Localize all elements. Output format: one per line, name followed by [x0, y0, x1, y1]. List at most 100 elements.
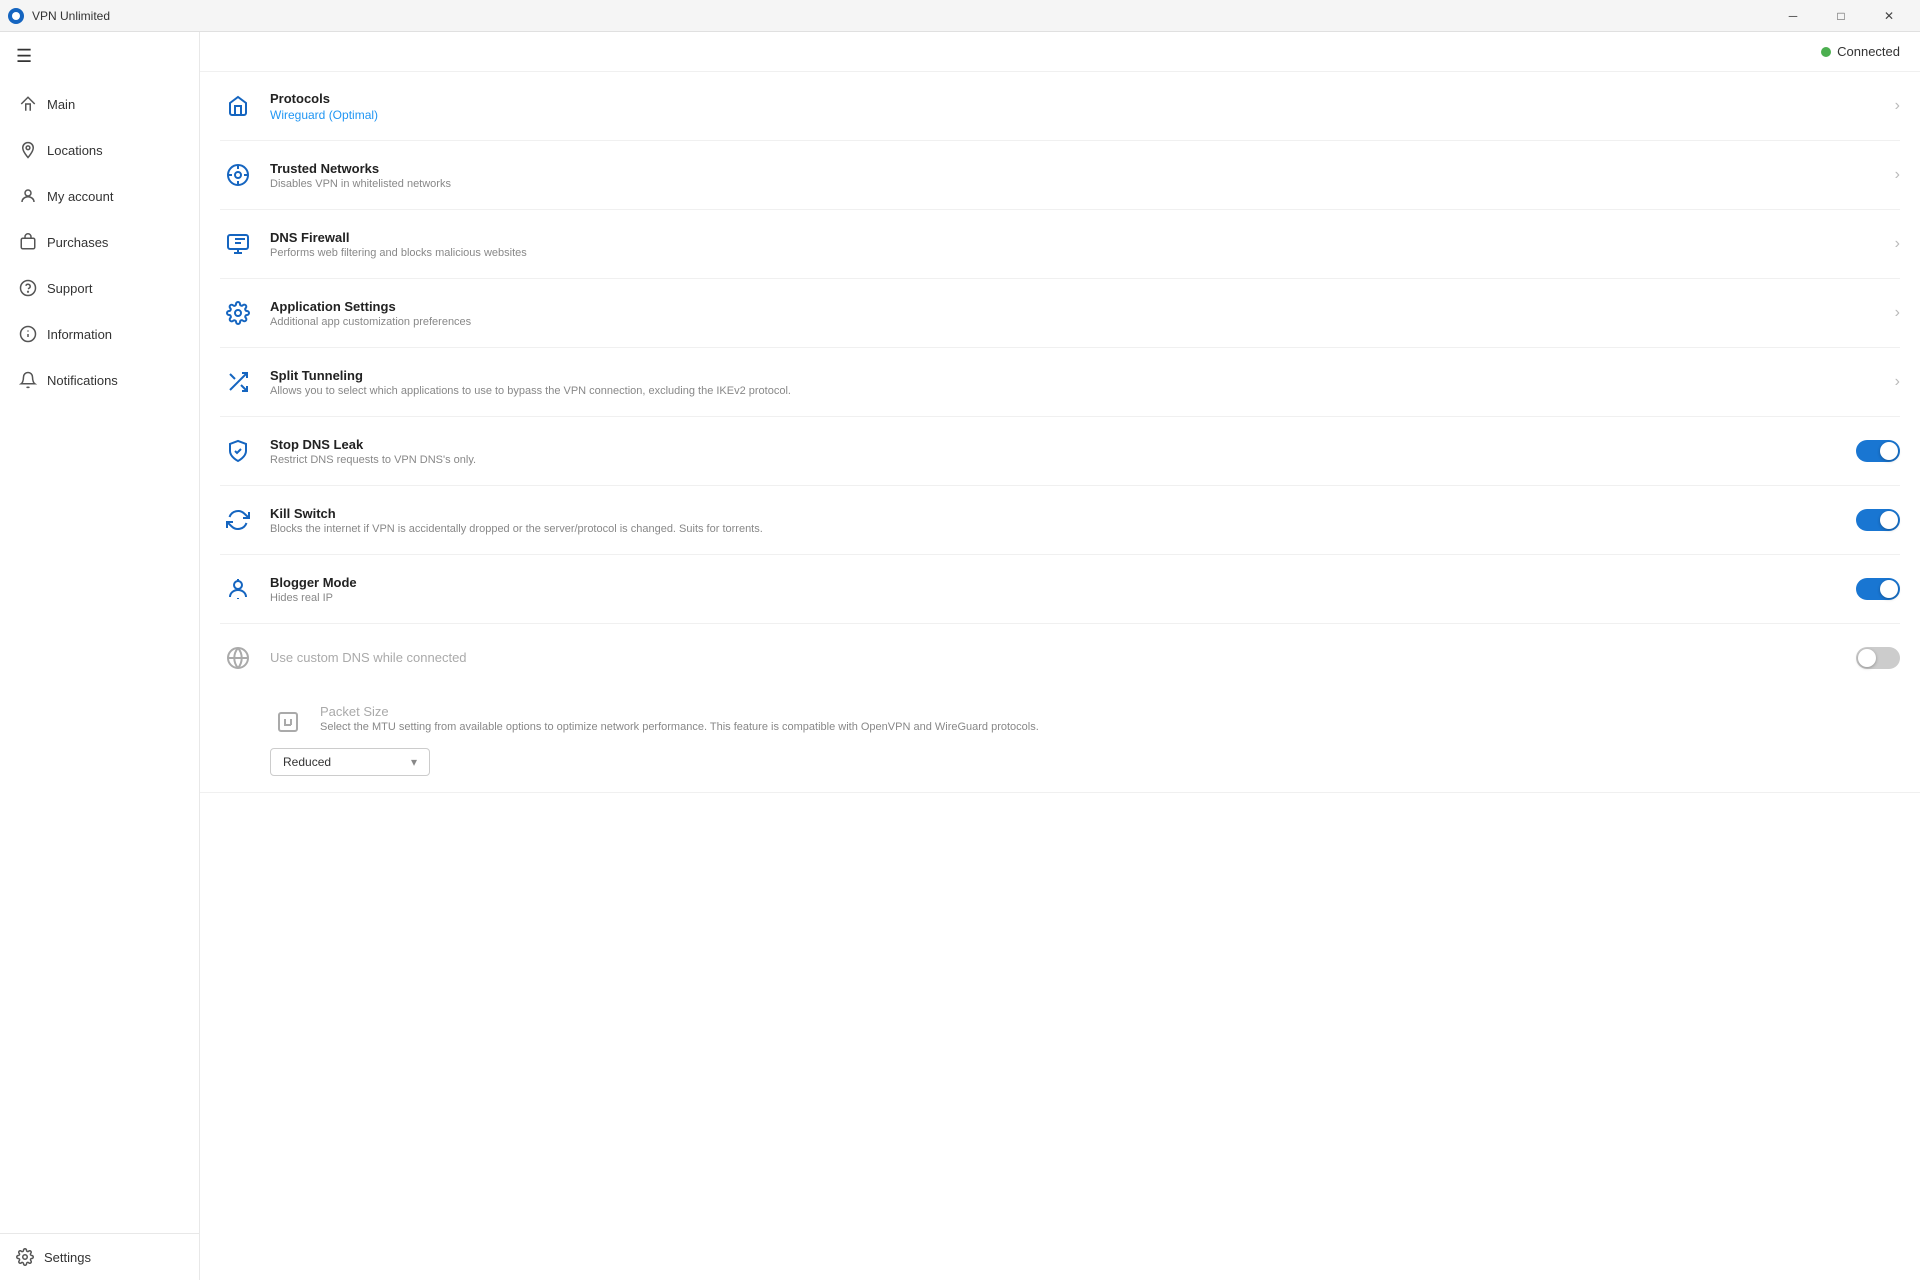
- trusted-networks-title: Trusted Networks: [270, 161, 1885, 176]
- minimize-button[interactable]: ─: [1770, 0, 1816, 32]
- custom-dns-toggle-switch[interactable]: [1856, 647, 1900, 669]
- sidebar-item-my-account-label: My account: [47, 189, 113, 204]
- bell-icon: [19, 371, 37, 389]
- titlebar-controls: ─ □ ✕: [1770, 0, 1912, 32]
- main-content: Connected Protocols Wireguard (Optimal): [200, 32, 1920, 1280]
- sidebar-item-notifications[interactable]: Notifications: [0, 357, 199, 403]
- dns-firewall-title: DNS Firewall: [270, 230, 1885, 245]
- trusted-networks-item[interactable]: Trusted Networks Disables VPN in whiteli…: [220, 141, 1900, 210]
- titlebar-left: VPN Unlimited: [8, 8, 110, 24]
- blogger-mode-desc: Hides real IP: [270, 592, 1846, 604]
- app-settings-title: Application Settings: [270, 299, 1885, 314]
- stop-dns-leak-title: Stop DNS Leak: [270, 437, 1846, 452]
- dns-firewall-desc: Performs web filtering and blocks malici…: [270, 247, 1885, 259]
- sidebar-settings-label: Settings: [44, 1250, 91, 1265]
- trusted-networks-chevron: ›: [1895, 166, 1900, 184]
- info-icon: [19, 325, 37, 343]
- packet-size-desc: Select the MTU setting from available op…: [320, 721, 1039, 733]
- custom-dns-toggle[interactable]: [1856, 647, 1900, 669]
- stop-dns-leak-toggle[interactable]: [1856, 440, 1900, 462]
- app-title: VPN Unlimited: [32, 9, 110, 23]
- packet-size-value: Reduced: [283, 755, 331, 769]
- sidebar-item-my-account[interactable]: My account: [0, 173, 199, 219]
- connected-label: Connected: [1837, 44, 1900, 59]
- packet-size-icon: [270, 704, 306, 740]
- blogger-mode-content: Blogger Mode Hides real IP: [270, 575, 1846, 604]
- connected-dot: [1821, 47, 1831, 57]
- location-icon: [19, 141, 37, 159]
- stop-dns-leak-icon: [220, 433, 256, 469]
- protocols-icon: [220, 88, 256, 124]
- person-icon: [19, 187, 37, 205]
- app-settings-chevron: ›: [1895, 304, 1900, 322]
- custom-dns-icon: [220, 640, 256, 676]
- connection-status: Connected: [1821, 44, 1900, 59]
- stop-dns-leak-item: Stop DNS Leak Restrict DNS requests to V…: [220, 417, 1900, 486]
- sidebar-nav: Main Locations My account: [0, 81, 199, 1233]
- custom-dns-item: Use custom DNS while connected: [220, 624, 1900, 692]
- kill-switch-title: Kill Switch: [270, 506, 1846, 521]
- dns-firewall-chevron: ›: [1895, 235, 1900, 253]
- protocols-title: Protocols: [270, 91, 1885, 106]
- sidebar-item-main[interactable]: Main: [0, 81, 199, 127]
- sidebar-item-purchases[interactable]: Purchases: [0, 219, 199, 265]
- chevron-right-icon: ›: [1895, 97, 1900, 115]
- split-tunneling-desc: Allows you to select which applications …: [270, 385, 1885, 397]
- trusted-networks-content: Trusted Networks Disables VPN in whiteli…: [270, 161, 1885, 190]
- dns-firewall-item[interactable]: DNS Firewall Performs web filtering and …: [220, 210, 1900, 279]
- protocols-chevron: ›: [1895, 97, 1900, 115]
- packet-size-section: Packet Size Select the MTU setting from …: [200, 692, 1920, 793]
- sidebar-item-settings[interactable]: Settings: [0, 1233, 199, 1280]
- split-tunneling-item[interactable]: Split Tunneling Allows you to select whi…: [220, 348, 1900, 417]
- kill-switch-content: Kill Switch Blocks the internet if VPN i…: [270, 506, 1846, 535]
- kill-switch-item: Kill Switch Blocks the internet if VPN i…: [220, 486, 1900, 555]
- app-body: ☰ Main Locations: [0, 32, 1920, 1280]
- custom-dns-title: Use custom DNS while connected: [270, 650, 1846, 665]
- settings-list: Protocols Wireguard (Optimal) › T: [200, 72, 1920, 692]
- maximize-button[interactable]: □: [1818, 0, 1864, 32]
- kill-switch-desc: Blocks the internet if VPN is accidental…: [270, 523, 1846, 535]
- stop-dns-leak-desc: Restrict DNS requests to VPN DNS's only.: [270, 454, 1846, 466]
- sidebar-item-notifications-label: Notifications: [47, 373, 118, 388]
- packet-size-text: Packet Size Select the MTU setting from …: [320, 704, 1039, 733]
- sidebar-item-purchases-label: Purchases: [47, 235, 108, 250]
- sidebar-item-locations-label: Locations: [47, 143, 103, 158]
- kill-switch-slider: [1856, 509, 1900, 531]
- sidebar-item-information[interactable]: Information: [0, 311, 199, 357]
- blogger-mode-title: Blogger Mode: [270, 575, 1846, 590]
- split-tunneling-chevron: ›: [1895, 373, 1900, 391]
- sidebar-item-support[interactable]: Support: [0, 265, 199, 311]
- protocols-item[interactable]: Protocols Wireguard (Optimal) ›: [220, 72, 1900, 141]
- app-logo: [8, 8, 24, 24]
- titlebar: VPN Unlimited ─ □ ✕: [0, 0, 1920, 32]
- stop-dns-leak-toggle-switch[interactable]: [1856, 440, 1900, 462]
- sidebar-item-main-label: Main: [47, 97, 75, 112]
- packet-size-title: Packet Size: [320, 704, 1039, 719]
- app-settings-content: Application Settings Additional app cust…: [270, 299, 1885, 328]
- blogger-mode-toggle[interactable]: [1856, 578, 1900, 600]
- sidebar-item-locations[interactable]: Locations: [0, 127, 199, 173]
- sidebar-item-information-label: Information: [47, 327, 112, 342]
- trusted-networks-icon: [220, 157, 256, 193]
- custom-dns-content: Use custom DNS while connected: [270, 650, 1846, 667]
- help-icon: [19, 279, 37, 297]
- protocols-value: Wireguard (Optimal): [270, 108, 1885, 122]
- blogger-mode-slider: [1856, 578, 1900, 600]
- stop-dns-leak-content: Stop DNS Leak Restrict DNS requests to V…: [270, 437, 1846, 466]
- kill-switch-toggle[interactable]: [1856, 509, 1900, 531]
- custom-dns-slider: [1856, 647, 1900, 669]
- chevron-right-icon: ›: [1895, 235, 1900, 253]
- sidebar-item-support-label: Support: [47, 281, 93, 296]
- sidebar: ☰ Main Locations: [0, 32, 200, 1280]
- split-tunneling-icon: [220, 364, 256, 400]
- stop-dns-leak-slider: [1856, 440, 1900, 462]
- blogger-mode-icon: [220, 571, 256, 607]
- app-settings-item[interactable]: Application Settings Additional app cust…: [220, 279, 1900, 348]
- menu-button[interactable]: ☰: [0, 32, 199, 81]
- blogger-mode-toggle-switch[interactable]: [1856, 578, 1900, 600]
- chevron-right-icon: ›: [1895, 304, 1900, 322]
- packet-size-dropdown[interactable]: Reduced ▾: [270, 748, 430, 776]
- close-button[interactable]: ✕: [1866, 0, 1912, 32]
- kill-switch-toggle-switch[interactable]: [1856, 509, 1900, 531]
- app-settings-icon: [220, 295, 256, 331]
